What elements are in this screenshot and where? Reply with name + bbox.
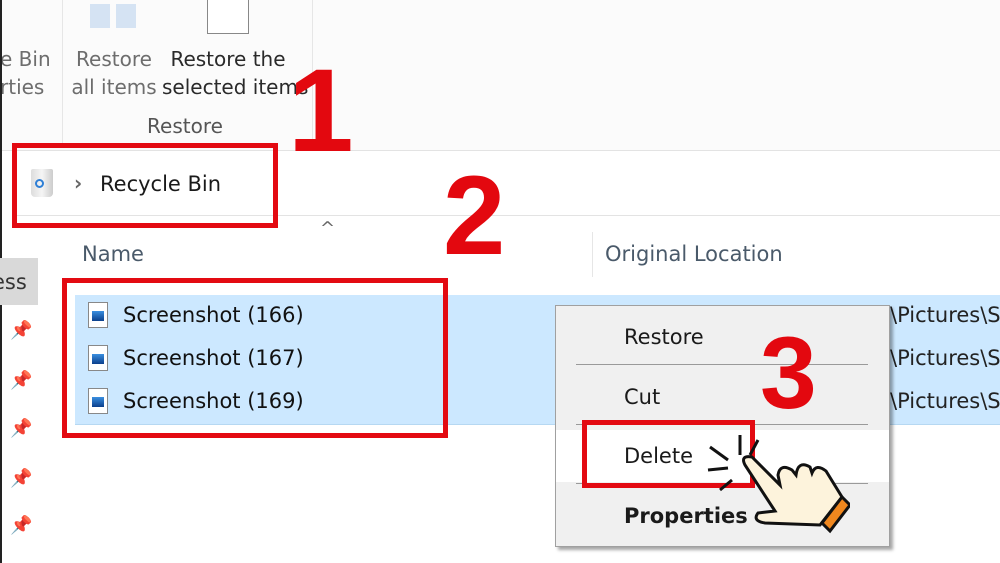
column-header-original-location[interactable]: Original Location bbox=[605, 242, 783, 266]
document-icon bbox=[207, 0, 249, 34]
button-label: all items bbox=[71, 75, 157, 99]
button-label: rties bbox=[0, 75, 45, 99]
annotation-box-2 bbox=[62, 278, 448, 438]
restore-all-button[interactable]: Restore all items bbox=[70, 0, 158, 100]
sidebar-item-quick-access[interactable]: ess bbox=[0, 258, 38, 305]
ribbon: e Bin rties Restore all items Restore th… bbox=[0, 0, 1000, 151]
menu-item-restore[interactable]: Restore bbox=[624, 325, 704, 349]
step-number-2: 2 bbox=[443, 153, 506, 278]
menu-item-cut[interactable]: Cut bbox=[624, 385, 660, 409]
restore-selected-button[interactable]: Restore the selected items bbox=[162, 0, 309, 100]
restore-all-icon bbox=[90, 4, 136, 28]
file-location: \Pictures\S bbox=[890, 346, 1000, 370]
column-divider[interactable] bbox=[592, 232, 593, 277]
step-number-1: 1 bbox=[288, 45, 354, 177]
file-location: \Pictures\S bbox=[890, 303, 1000, 327]
column-header-name[interactable]: Name bbox=[82, 242, 144, 266]
divider bbox=[62, 0, 63, 145]
menu-separator bbox=[576, 364, 868, 365]
pin-icon[interactable]: 📌 bbox=[10, 418, 32, 439]
pin-icon[interactable]: 📌 bbox=[10, 468, 32, 489]
annotation-box-1 bbox=[12, 143, 278, 228]
step-number-3: 3 bbox=[760, 316, 817, 430]
ribbon-group-label: Restore bbox=[147, 114, 223, 138]
button-label: selected items bbox=[162, 75, 309, 99]
button-label: e Bin bbox=[0, 47, 51, 71]
sidebar-item-label: ess bbox=[0, 270, 27, 294]
pointing-hand-icon bbox=[707, 435, 850, 534]
button-label: Restore the bbox=[170, 47, 286, 71]
file-location: \Pictures\S bbox=[890, 389, 1000, 413]
button-label: Restore bbox=[76, 47, 152, 71]
pin-icon[interactable]: 📌 bbox=[10, 370, 32, 391]
pin-icon[interactable]: 📌 bbox=[10, 320, 32, 341]
sort-ascending-icon: ^ bbox=[320, 218, 336, 239]
pin-icon[interactable]: 📌 bbox=[10, 515, 32, 536]
recycle-bin-properties-button[interactable]: e Bin rties bbox=[0, 45, 51, 101]
